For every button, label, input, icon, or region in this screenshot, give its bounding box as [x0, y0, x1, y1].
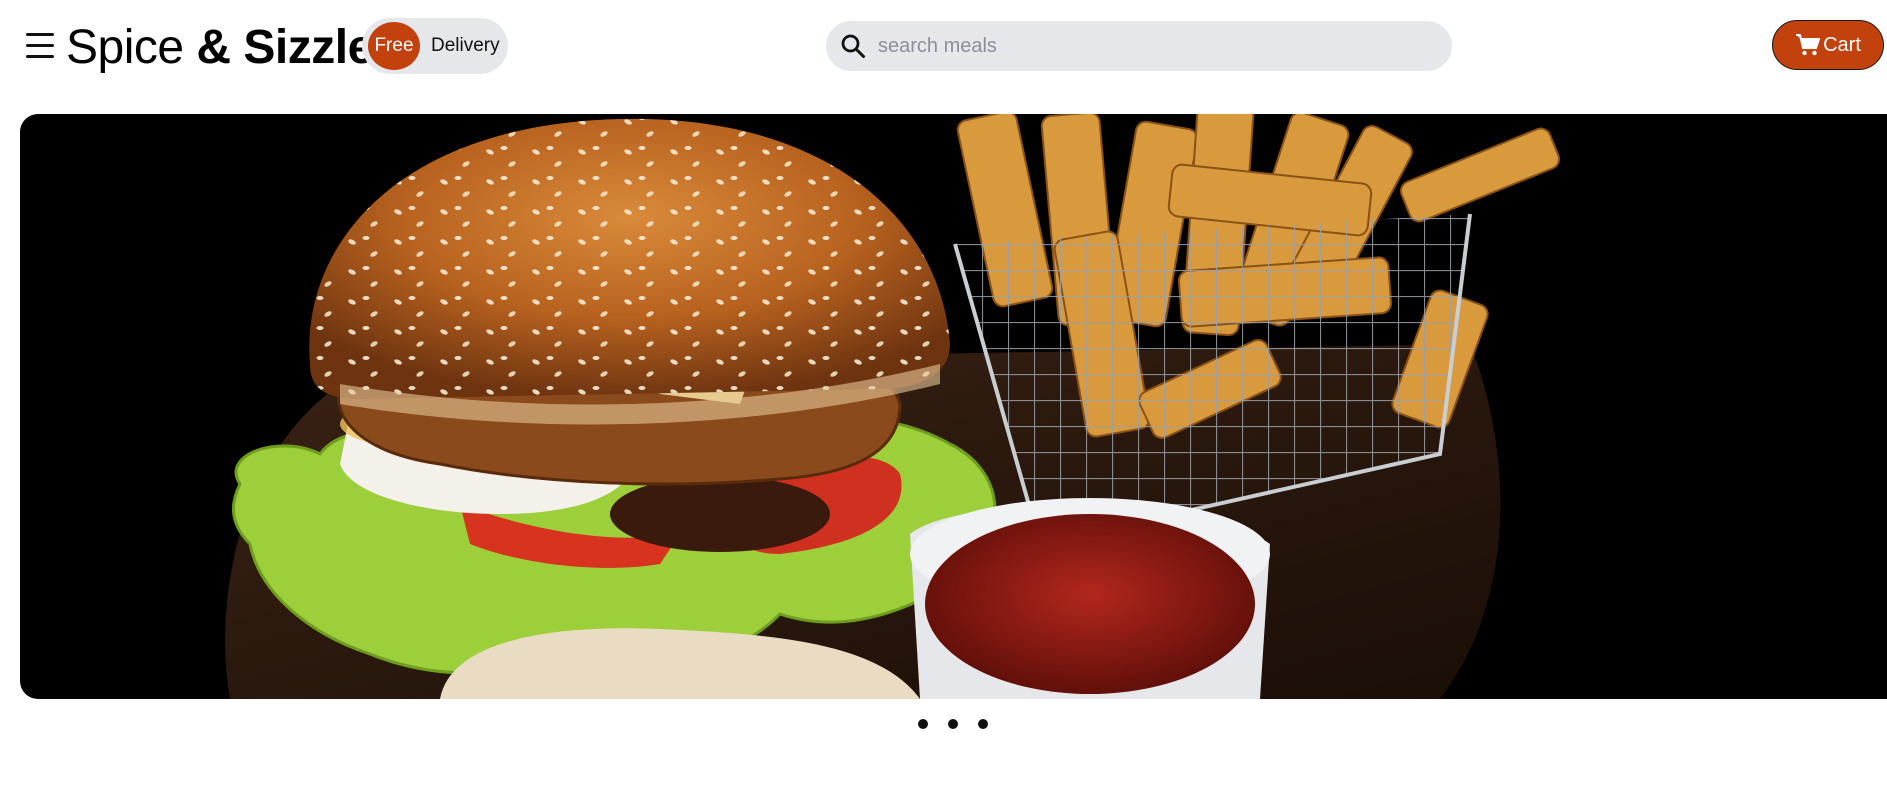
search-input[interactable] [878, 21, 1438, 71]
search-icon[interactable] [840, 33, 866, 59]
carousel-dot-2[interactable] [948, 719, 958, 729]
carousel-indicators [918, 717, 988, 731]
hero-image [225, 114, 1561, 699]
site-header: Spice & Sizzle Free Delivery Cart [0, 0, 1887, 96]
cart-icon [1796, 34, 1821, 56]
hero-banner [20, 114, 1887, 699]
carousel-dot-1[interactable] [918, 719, 928, 729]
brand-name-light: Spice [66, 21, 197, 74]
brand-name-bold: & Sizzle [196, 21, 374, 74]
search-bar [826, 21, 1452, 71]
free-label: Free [368, 22, 420, 70]
free-delivery-badge: Free Delivery [362, 18, 508, 74]
cart-label: Cart [1823, 33, 1861, 56]
cart-button[interactable]: Cart [1772, 20, 1884, 70]
menu-icon[interactable] [26, 33, 54, 59]
brand-logo[interactable]: Spice & Sizzle [66, 18, 374, 78]
carousel-dot-3[interactable] [978, 719, 988, 729]
delivery-label: Delivery [431, 35, 500, 56]
